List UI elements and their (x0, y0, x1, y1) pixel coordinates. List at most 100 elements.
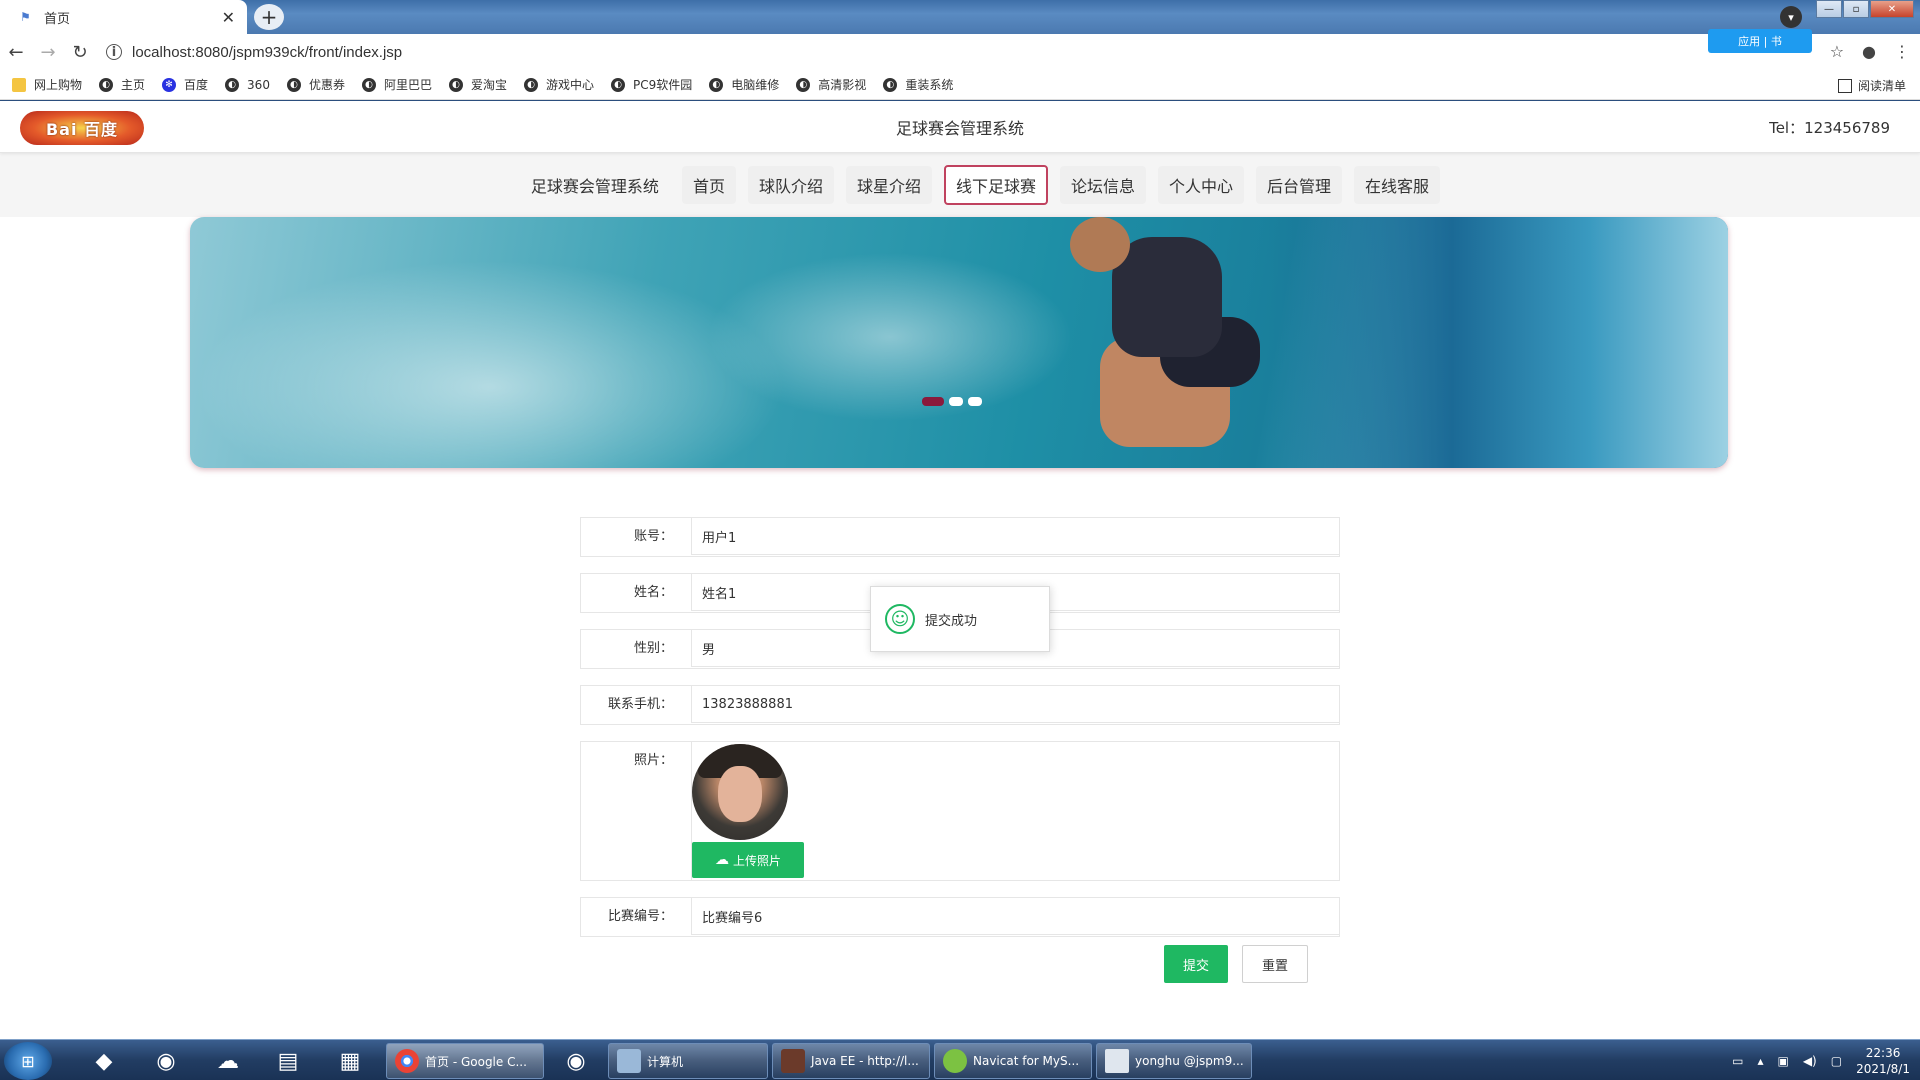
nav-brand[interactable]: 足球赛会管理系统 (520, 166, 670, 204)
name-label: 姓名： (633, 585, 673, 600)
banner-carousel[interactable] (190, 217, 1728, 468)
forward-icon[interactable]: → (32, 42, 64, 63)
nav-home[interactable]: 首页 (681, 166, 736, 204)
clock-time: 22:36 (1865, 1045, 1901, 1060)
avatar (692, 744, 788, 840)
chrome-icon (395, 1049, 419, 1073)
phone-field[interactable]: 13823888881 (691, 685, 1340, 723)
submit-button[interactable]: 提交 (1164, 945, 1228, 983)
profile-icon[interactable]: ● (1862, 42, 1876, 61)
site-info-icon[interactable]: i (106, 44, 122, 60)
globe-icon: ◐ (709, 77, 724, 92)
globe-icon: ◐ (883, 77, 898, 92)
page-favicon-icon: ⚑ (20, 10, 31, 24)
account-field[interactable]: 用户1 (691, 517, 1340, 555)
phone-row: 联系手机： 13823888881 (580, 685, 1340, 725)
upload-photo-button[interactable]: ☁ 上传照片 (692, 842, 804, 878)
reload-icon[interactable]: ↻ (64, 42, 96, 63)
address-bar[interactable]: i localhost:8080/jspm939ck/front/index.j… (106, 38, 1706, 66)
taskbar-task-computer[interactable]: 计算机 (608, 1043, 768, 1079)
nav-customer-service[interactable]: 在线客服 (1354, 166, 1441, 204)
chrome-icon[interactable]: ◉ (146, 1044, 186, 1078)
reading-list[interactable]: 阅读清单 (1837, 77, 1906, 94)
browser-toolbar: ← → ↻ i localhost:8080/jspm939ck/front/i… (0, 34, 1920, 70)
close-tab-icon[interactable]: ✕ (222, 8, 235, 27)
tray-expand-icon[interactable]: ▴ (1757, 1054, 1763, 1068)
keyboard-icon[interactable]: ▭ (1732, 1054, 1743, 1068)
main-nav: 足球赛会管理系统 首页 球队介绍 球星介绍 线下足球赛 论坛信息 个人中心 后台… (0, 153, 1920, 217)
site-title: 足球赛会管理系统 (895, 118, 1024, 138)
taskbar-task-eclipse[interactable]: Java EE - http://l... (772, 1043, 930, 1079)
menu-icon[interactable]: ⋮ (1894, 42, 1910, 61)
browser-tab[interactable]: ⚑ 首页 ✕ (0, 0, 247, 34)
baidu-netdisk-icon[interactable]: ☁ (208, 1044, 248, 1078)
back-icon[interactable]: ← (0, 42, 32, 63)
pinned-app-icon[interactable]: ◆ (84, 1044, 124, 1078)
nav-players[interactable]: 球星介绍 (845, 166, 932, 204)
match-row: 比赛编号： 比赛编号6 (580, 897, 1340, 937)
notification-icon[interactable]: ▢ (1831, 1054, 1842, 1068)
account-row: 账号： 用户1 (580, 517, 1340, 557)
bookmark-star-icon[interactable]: ☆ (1830, 42, 1844, 61)
bookmark-item[interactable]: 网上购物 (12, 76, 82, 93)
browser-icon[interactable]: ◉ (556, 1044, 596, 1078)
cloud-upload-icon: ☁ (714, 852, 729, 868)
taskbar-task-navicat[interactable]: Navicat for MyS... (934, 1043, 1092, 1079)
minimize-button[interactable]: — (1816, 0, 1842, 18)
url-text: localhost:8080/jspm939ck/front/index.jsp (132, 43, 403, 61)
taskbar-task-chrome[interactable]: 首页 - Google C... (386, 1043, 544, 1079)
globe-icon: ◐ (796, 77, 811, 92)
start-button[interactable]: ⊞ (4, 1042, 52, 1080)
new-tab-button[interactable]: + (254, 4, 284, 30)
globe-icon: ◐ (448, 77, 463, 92)
nav-personal-center[interactable]: 个人中心 (1158, 166, 1245, 204)
folder-icon (12, 77, 26, 92)
globe-icon: ◐ (611, 77, 626, 92)
carousel-indicators (922, 397, 982, 406)
globe-icon: ◐ (361, 77, 376, 92)
navicat-icon (943, 1049, 967, 1073)
bookmark-item[interactable]: ◐ 游戏中心 (524, 76, 594, 93)
table-icon (1105, 1049, 1129, 1073)
volume-icon[interactable]: ◀) (1803, 1054, 1817, 1068)
nav-teams[interactable]: 球队介绍 (747, 166, 834, 204)
maximize-button[interactable]: ▫ (1843, 0, 1869, 18)
photo-row: 照片： ☁ 上传照片 (580, 741, 1340, 881)
bookmark-item[interactable]: ✻ 百度 (162, 76, 208, 93)
globe-icon: ◐ (225, 77, 240, 92)
toast-message: 提交成功 (925, 613, 978, 629)
success-toast: ☺ 提交成功 (870, 586, 1050, 652)
computer-icon (617, 1049, 641, 1073)
bookmark-item[interactable]: ◐ 主页 (99, 76, 145, 93)
bookmark-item[interactable]: ◐ 360 (225, 77, 270, 92)
banner-wave (1268, 217, 1728, 468)
carousel-dot[interactable] (922, 397, 944, 406)
nav-admin[interactable]: 后台管理 (1256, 166, 1343, 204)
carousel-dot[interactable] (968, 397, 982, 406)
photo-label: 照片： (633, 753, 673, 768)
tab-search-icon[interactable]: ▾ (1780, 6, 1802, 28)
bookmark-item[interactable]: ◐ 重装系统 (883, 76, 953, 93)
close-window-button[interactable]: ✕ (1870, 0, 1914, 18)
bookmark-item[interactable]: ◐ 电脑维修 (709, 76, 779, 93)
extension-badge[interactable]: 应用 | 书 (1708, 29, 1812, 53)
bookmark-item[interactable]: ◐ PC9软件园 (611, 76, 692, 93)
reset-button[interactable]: 重置 (1242, 945, 1308, 983)
match-field[interactable]: 比赛编号6 (691, 897, 1340, 935)
globe-icon: ◐ (524, 77, 538, 92)
system-tray: ▭ ▴ ▣ ◀) ▢ 22:36 2021/8/1 (1732, 1040, 1910, 1080)
taskbar-task-table[interactable]: yonghu @jspm9... (1096, 1043, 1252, 1079)
file-manager-icon[interactable]: ▦ (330, 1044, 370, 1078)
nav-offline-matches[interactable]: 线下足球赛 (943, 165, 1048, 205)
toolbar-right: ☆ ● ⋮ (1830, 42, 1910, 61)
site-logo[interactable]: Bai 百度 (20, 111, 144, 145)
bookmark-item[interactable]: ◐ 阿里巴巴 (361, 76, 432, 93)
nav-forum[interactable]: 论坛信息 (1060, 166, 1147, 204)
clock[interactable]: 22:36 2021/8/1 (1856, 1045, 1910, 1077)
carousel-dot[interactable] (949, 397, 963, 406)
chart-app-icon[interactable]: ▤ (268, 1044, 308, 1078)
bookmark-item[interactable]: ◐ 高清影视 (796, 76, 866, 93)
bookmark-item[interactable]: ◐ 优惠券 (286, 76, 345, 93)
bookmark-item[interactable]: ◐ 爱淘宝 (448, 76, 507, 93)
network-icon[interactable]: ▣ (1777, 1054, 1788, 1068)
